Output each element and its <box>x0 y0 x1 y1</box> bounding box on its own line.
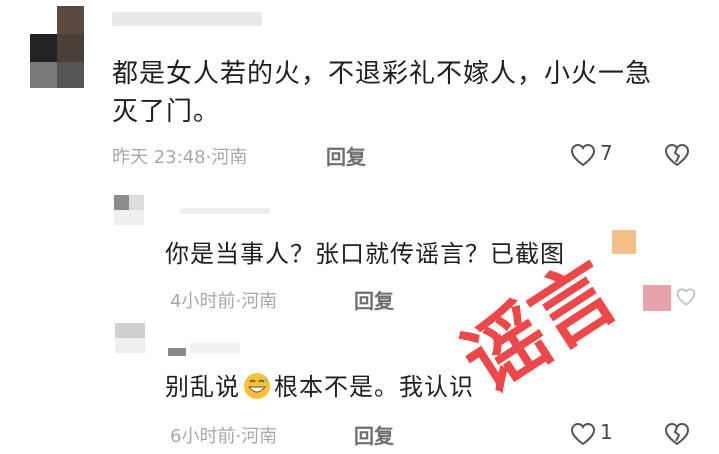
blurred-block <box>643 285 671 311</box>
comment-meta: 昨天 23:48·河南 <box>112 147 248 168</box>
reply-button[interactable]: 回复 <box>326 141 366 170</box>
reply-time: 6小时前 <box>170 426 236 447</box>
comment-text: 都是女人若的火，不退彩礼不嫁人，小火一急灭了门。 <box>112 59 653 127</box>
reply-avatar[interactable] <box>115 323 145 353</box>
reply-location: 河南 <box>241 291 278 312</box>
reply-meta: 6小时前·河南 <box>170 426 278 447</box>
comment-time: 昨天 23:48 <box>112 147 206 168</box>
sticker-square <box>612 230 636 254</box>
reply-username[interactable] <box>190 343 240 353</box>
avatar[interactable] <box>30 6 84 88</box>
reply-meta: 4小时前·河南 <box>170 291 278 312</box>
reply-location: 河南 <box>241 426 278 447</box>
like-count: 7 <box>600 141 613 165</box>
username[interactable] <box>112 12 262 26</box>
reply-username[interactable] <box>180 208 270 214</box>
comment-location: 河南 <box>211 147 248 168</box>
reply-button[interactable]: 回复 <box>354 420 394 449</box>
like-button[interactable]: 1 <box>570 420 630 448</box>
grinning-sweat-emoji <box>242 371 272 401</box>
like-count: 1 <box>600 420 613 444</box>
heart-icon <box>570 143 596 167</box>
heart-icon <box>570 422 596 446</box>
reply-button[interactable]: 回复 <box>354 285 394 314</box>
reply-avatar[interactable] <box>114 195 144 225</box>
like-button[interactable]: 7 <box>570 141 630 169</box>
broken-heart-icon[interactable] <box>664 422 690 446</box>
broken-heart-icon[interactable] <box>664 143 690 167</box>
reply-username-badge[interactable] <box>168 348 186 356</box>
reply-time: 4小时前 <box>170 291 236 312</box>
broken-heart-icon[interactable] <box>676 287 696 307</box>
